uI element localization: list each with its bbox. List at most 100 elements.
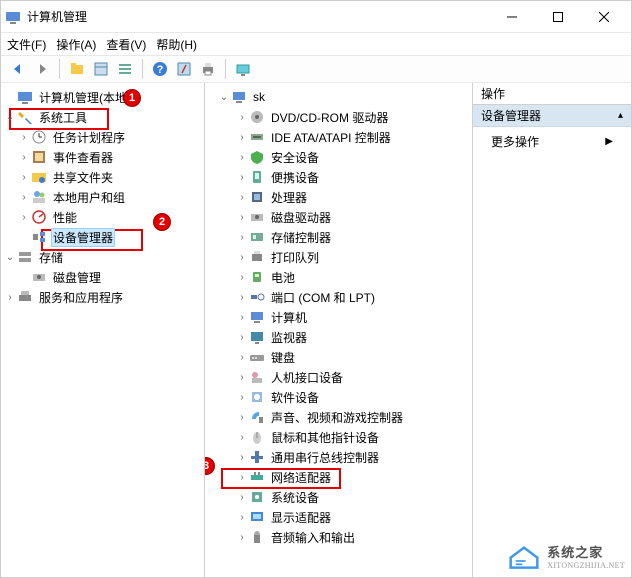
device-category[interactable]: ›DVD/CD-ROM 驱动器	[205, 107, 472, 127]
expand-icon[interactable]: ›	[235, 172, 249, 183]
tree-storage[interactable]: ⌄ 存储	[1, 247, 204, 267]
menu-file[interactable]: 文件(F)	[7, 36, 46, 53]
annotation-badge-2: 2	[153, 213, 171, 231]
device-category[interactable]: ›通用串行总线控制器	[205, 447, 472, 467]
tree-event-viewer[interactable]: › 事件查看器	[1, 147, 204, 167]
expand-icon[interactable]: ›	[235, 532, 249, 543]
device-category[interactable]: ›声音、视频和游戏控制器	[205, 407, 472, 427]
expand-icon[interactable]: ›	[235, 372, 249, 383]
up-button[interactable]	[66, 58, 88, 80]
expand-icon[interactable]: ›	[17, 192, 31, 203]
expand-icon[interactable]: ›	[17, 152, 31, 163]
expand-icon[interactable]: ›	[235, 252, 249, 263]
device-category[interactable]: › 键盘	[205, 347, 472, 367]
collapse-triangle-icon: ▴	[618, 110, 623, 121]
expand-icon[interactable]: ›	[235, 452, 249, 463]
event-icon	[31, 149, 47, 165]
expand-icon[interactable]: ›	[235, 272, 249, 283]
device-category[interactable]: ›人机接口设备	[205, 367, 472, 387]
device-category[interactable]: ›电池	[205, 267, 472, 287]
expand-icon[interactable]: ›	[235, 192, 249, 203]
app-icon	[5, 9, 21, 25]
expand-icon[interactable]: ›	[17, 212, 31, 223]
device-category[interactable]: › 端口 (COM 和 LPT)	[205, 287, 472, 307]
tree-task-scheduler[interactable]: › 任务计划程序	[1, 127, 204, 147]
device-category[interactable]: ›显示适配器	[205, 507, 472, 527]
device-category[interactable]: ›系统设备	[205, 487, 472, 507]
device-category[interactable]: ›存储控制器	[205, 227, 472, 247]
collapse-icon[interactable]: ⌄	[3, 252, 17, 263]
device-category[interactable]: ›IDE ATA/ATAPI 控制器	[205, 127, 472, 147]
show-hidden-button[interactable]	[232, 58, 254, 80]
expand-icon[interactable]: ›	[235, 232, 249, 243]
device-icon	[249, 149, 265, 165]
expand-icon[interactable]: ›	[235, 512, 249, 523]
device-icon	[249, 209, 265, 225]
device-icon	[249, 369, 265, 385]
device-label: 安全设备	[269, 148, 321, 167]
expand-icon[interactable]: ›	[235, 472, 249, 483]
expand-icon[interactable]: ›	[17, 132, 31, 143]
expand-icon[interactable]: ›	[235, 212, 249, 223]
print-button[interactable]	[197, 58, 219, 80]
device-category[interactable]: ›处理器	[205, 187, 472, 207]
expand-icon[interactable]: ›	[235, 352, 249, 363]
expand-icon[interactable]: ›	[235, 412, 249, 423]
close-button[interactable]	[581, 1, 627, 33]
menu-action[interactable]: 操作(A)	[56, 36, 96, 53]
collapse-icon[interactable]: ⌄	[3, 112, 17, 123]
device-label: 便携设备	[269, 168, 321, 187]
maximize-button[interactable]	[535, 1, 581, 33]
device-category[interactable]: ›音频输入和输出	[205, 527, 472, 547]
refresh-button[interactable]	[173, 58, 195, 80]
device-tree-panel: 3 ⌄ sk ›DVD/CD-ROM 驱动器›IDE ATA/ATAPI 控制器…	[205, 83, 473, 577]
expand-icon[interactable]: ›	[235, 292, 249, 303]
expand-icon[interactable]: ›	[3, 292, 17, 303]
device-label: 键盘	[269, 348, 297, 367]
forward-button[interactable]	[31, 58, 53, 80]
expand-icon[interactable]: ›	[235, 152, 249, 163]
tree-performance[interactable]: › 性能	[1, 207, 204, 227]
device-root[interactable]: ⌄ sk	[205, 87, 472, 107]
device-icon	[249, 249, 265, 265]
actions-panel: 操作 设备管理器 ▴ 更多操作 ▶	[473, 83, 631, 577]
tree-services-apps[interactable]: › 服务和应用程序	[1, 287, 204, 307]
device-category[interactable]: ›打印队列	[205, 247, 472, 267]
device-icon	[249, 349, 265, 365]
device-label: 端口 (COM 和 LPT)	[269, 288, 377, 307]
help-button[interactable]: ?	[149, 58, 171, 80]
expand-icon[interactable]: ›	[235, 312, 249, 323]
device-category[interactable]: ›计算机	[205, 307, 472, 327]
collapse-icon[interactable]: ⌄	[217, 92, 231, 103]
list-button[interactable]	[114, 58, 136, 80]
expand-icon[interactable]: ›	[235, 332, 249, 343]
device-category[interactable]: › 安全设备	[205, 147, 472, 167]
device-category[interactable]: ›软件设备	[205, 387, 472, 407]
menu-view[interactable]: 查看(V)	[106, 36, 146, 53]
svg-text:?: ?	[157, 64, 164, 76]
device-category[interactable]: › 便携设备	[205, 167, 472, 187]
more-actions[interactable]: 更多操作 ▶	[473, 127, 631, 156]
expand-icon[interactable]: ›	[235, 112, 249, 123]
expand-icon[interactable]: ›	[235, 492, 249, 503]
device-icon	[249, 389, 265, 405]
device-category[interactable]: ›网络适配器	[205, 467, 472, 487]
tree-device-manager[interactable]: › 设备管理器	[1, 227, 204, 247]
minimize-button[interactable]	[489, 1, 535, 33]
expand-icon[interactable]: ›	[235, 432, 249, 443]
tree-system-tools[interactable]: ⌄ 系统工具	[1, 107, 204, 127]
device-category[interactable]: ›鼠标和其他指针设备	[205, 427, 472, 447]
tree-local-users[interactable]: › 本地用户和组	[1, 187, 204, 207]
tree-root[interactable]: › 计算机管理(本地	[1, 87, 204, 107]
properties-button[interactable]	[90, 58, 112, 80]
expand-icon[interactable]: ›	[235, 132, 249, 143]
tree-disk-mgmt[interactable]: › 磁盘管理	[1, 267, 204, 287]
device-category[interactable]: ›磁盘驱动器	[205, 207, 472, 227]
expand-icon[interactable]: ›	[235, 392, 249, 403]
menu-help[interactable]: 帮助(H)	[156, 36, 197, 53]
device-category[interactable]: ›监视器	[205, 327, 472, 347]
tree-shared-folders[interactable]: › 共享文件夹	[1, 167, 204, 187]
back-button[interactable]	[7, 58, 29, 80]
actions-section[interactable]: 设备管理器 ▴	[473, 105, 631, 127]
expand-icon[interactable]: ›	[17, 172, 31, 183]
